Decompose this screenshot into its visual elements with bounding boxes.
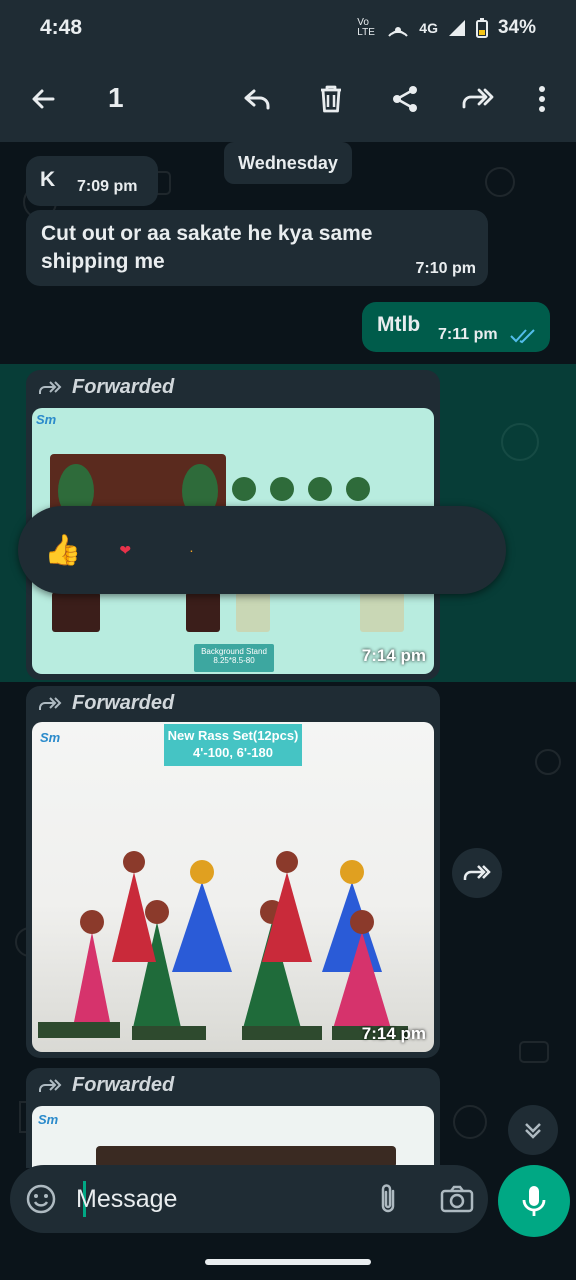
message-time: 7:11 pm [438,326,498,343]
message-input[interactable]: Message [76,1185,177,1214]
forwarded-icon [39,380,62,394]
volte-icon: Vo LTE [357,17,375,38]
message-bubble-incoming[interactable]: Cut out or aa sakate he kya same shippin… [26,210,488,286]
message-time: 7:14 pm [361,1024,426,1043]
message-time: 7:09 pm [77,178,138,195]
emoji-reaction[interactable]: · [189,542,194,558]
delete-icon[interactable] [314,82,348,116]
voice-message-button[interactable] [498,1165,570,1237]
attach-icon[interactable] [378,1183,400,1215]
status-time: 4:48 [40,16,83,39]
media-message-bubble[interactable]: Forwarded Sm [26,1068,440,1168]
forward-media-button[interactable] [452,848,502,898]
share-icon[interactable] [388,82,422,116]
microphone-icon [522,1186,546,1216]
brand-logo: Sm [40,730,61,745]
forward-icon[interactable] [460,82,494,116]
home-gesture-handle[interactable] [205,1259,371,1265]
battery-percent: 34% [497,17,536,38]
brand-logo: Sm [36,412,57,427]
battery-icon [475,18,488,38]
camera-icon[interactable] [440,1185,474,1213]
emoji-icon[interactable] [26,1184,56,1214]
selected-count: 1 [108,82,124,113]
message-input-bar: Message [10,1165,488,1233]
message-bubble-outgoing[interactable]: Mtlb 7:11 pm [362,302,550,352]
back-arrow-icon[interactable] [26,82,60,116]
message-text: Cut out or aa sakate he kya same shippin… [41,222,373,273]
media-caption: New Rass Set(12pcs) 4'-100, 6'-180 [164,724,302,766]
forward-icon [463,865,491,880]
reaction-picker: 👍 ❤ · [18,506,506,594]
dancer-figures-image [38,851,408,1040]
forwarded-text: Forwarded [72,692,175,714]
peacock-strip [232,474,412,504]
forwarded-text: Forwarded [72,376,175,398]
forwarded-icon [39,1078,62,1092]
media-image[interactable]: Sm [32,1106,434,1168]
double-chevron-down-icon [525,1123,541,1139]
forwarded-icon [39,696,62,710]
brand-logo: Sm [38,1112,59,1127]
hotspot-icon [388,27,409,37]
scroll-to-bottom-button[interactable] [508,1105,558,1155]
network-type: 4G [419,20,438,36]
thumbs-up-reaction[interactable]: 👍 [44,533,81,568]
read-receipt-icon [510,329,535,344]
message-text: Mtlb [377,313,421,336]
message-time: 7:10 pm [415,260,476,277]
message-time: 7:14 pm [361,646,426,665]
message-text: K [40,168,56,191]
media-caption: Background Stand 8.25*8.5-80 [194,644,274,672]
reply-icon[interactable] [240,82,274,116]
forwarded-label: Forwarded [38,376,174,399]
forwarded-label: Forwarded [38,692,174,715]
media-image[interactable]: Sm New Rass Set(12pcs) 4'-100, 6'-180 7:… [32,722,434,1052]
media-message-bubble[interactable]: Forwarded Sm New Rass Set(12pcs) 4'-100,… [26,686,440,1058]
selection-toolbar: 1 [0,56,576,142]
forwarded-label: Forwarded [38,1074,174,1097]
message-bubble-incoming[interactable]: K 7:09 pm [26,156,158,206]
status-icons: Vo LTE 4G 34% [357,17,536,39]
date-chip: Wednesday [224,142,352,184]
signal-icon [448,20,465,36]
more-options-icon[interactable] [525,82,559,116]
forwarded-text: Forwarded [72,1074,175,1096]
status-bar: 4:48 Vo LTE 4G 34% [0,0,576,56]
heart-reaction[interactable]: ❤ [119,542,131,559]
